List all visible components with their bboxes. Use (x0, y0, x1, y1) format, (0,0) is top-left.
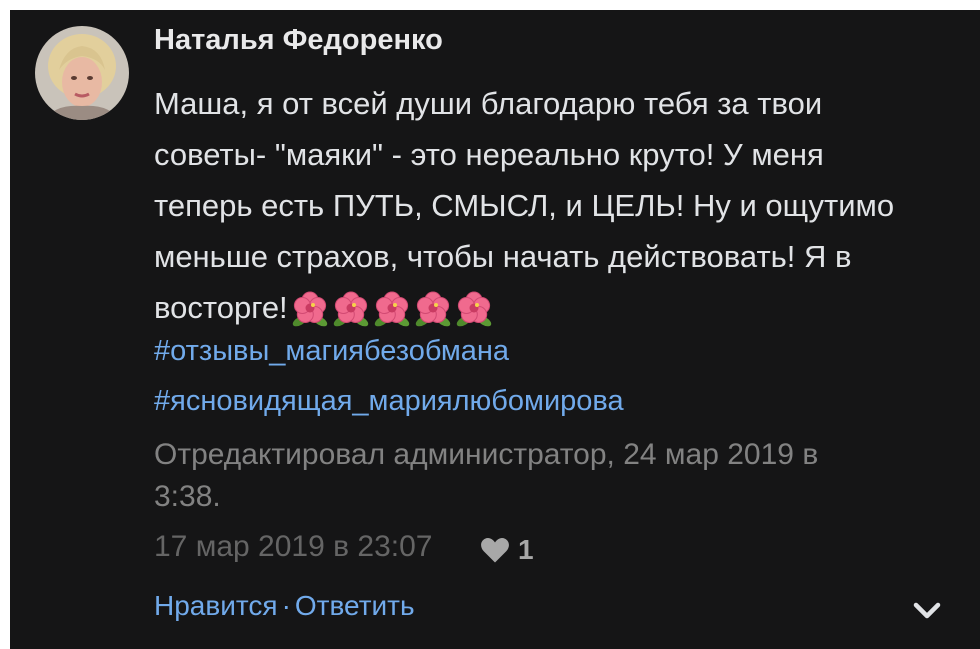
hashtag-link[interactable]: #ясновидящая_мариялюбомирова (154, 385, 624, 418)
comment-card: Наталья Федоренко Маша, я от всей души б… (10, 10, 980, 649)
comment-text-end: восторге! (154, 290, 288, 325)
comment-actions: Нравится · Ответить (154, 590, 415, 622)
hibiscus-emoji (415, 291, 450, 327)
reply-button[interactable]: Ответить (295, 590, 415, 621)
comment-text-line: советы- "маяки" - это нереально круто! У… (154, 137, 824, 172)
like-counter[interactable]: 1 (480, 532, 534, 568)
chevron-down-icon[interactable] (912, 600, 942, 622)
heart-icon (481, 538, 509, 563)
hibiscus-emoji (374, 291, 409, 327)
edited-note: Отредактировал администратор, 24 мар 201… (154, 434, 934, 518)
edited-note-line: 3:38. (154, 480, 221, 513)
hibiscus-emoji (456, 291, 491, 327)
user-avatar-photo (35, 26, 129, 120)
hibiscus-emoji (292, 291, 327, 327)
like-count: 1 (518, 534, 534, 565)
comment-text: Маша, я от всей души благодарю тебя за т… (154, 78, 954, 333)
action-separator: · (281, 590, 291, 621)
author-name[interactable]: Наталья Федоренко (154, 24, 443, 57)
hibiscus-emoji (333, 291, 368, 327)
emoji-row (288, 290, 493, 327)
comment-text-line-last: восторге! (154, 282, 954, 333)
avatar[interactable] (35, 26, 129, 120)
comment-text-line: меньше страхов, чтобы начать действовать… (154, 239, 852, 274)
hashtag-link[interactable]: #отзывы_магиябезобмана (154, 335, 509, 368)
like-button[interactable]: Нравится (154, 590, 278, 621)
screenshot-frame: Наталья Федоренко Маша, я от всей души б… (0, 0, 980, 649)
comment-text-line: Маша, я от всей души благодарю тебя за т… (154, 86, 823, 121)
comment-text-line: теперь есть ПУТЬ, СМЫСЛ, и ЦЕЛЬ! Ну и ощ… (154, 188, 895, 223)
comment-timestamp[interactable]: 17 мар 2019 в 23:07 (154, 530, 432, 564)
edited-note-line: Отредактировал администратор, 24 мар 201… (154, 438, 819, 471)
